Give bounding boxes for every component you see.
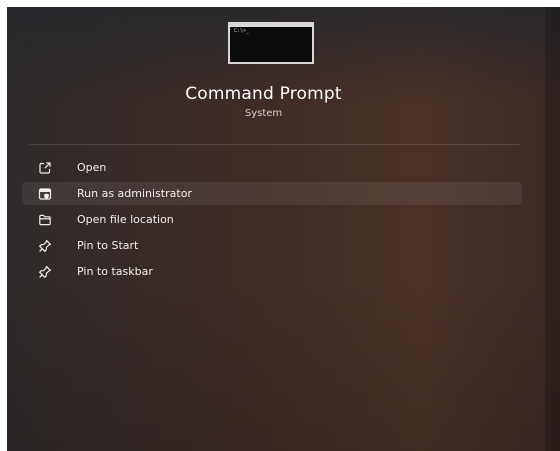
jump-list-panel: C:\>_ Command Prompt System Open Run as …: [7, 7, 560, 451]
menu-item-label: Open file location: [77, 213, 174, 226]
menu-item-run-as-administrator[interactable]: Run as administrator: [22, 182, 522, 205]
app-subtitle: System: [244, 108, 283, 119]
divider: [29, 144, 521, 145]
menu-item-label: Run as administrator: [77, 187, 192, 200]
context-menu: Open Run as administrator Open file loca…: [22, 156, 522, 286]
pin-icon: [35, 236, 55, 256]
open-external-icon: [35, 158, 55, 178]
menu-item-open-file-location[interactable]: Open file location: [22, 208, 522, 231]
folder-icon: [35, 210, 55, 230]
menu-item-label: Pin to taskbar: [77, 265, 153, 278]
prompt-glyph: C:\>_: [234, 28, 250, 34]
menu-item-label: Pin to Start: [77, 239, 139, 252]
admin-shield-window-icon: [35, 184, 55, 204]
menu-item-pin-to-start[interactable]: Pin to Start: [22, 234, 522, 257]
pin-icon: [35, 262, 55, 282]
command-prompt-icon: C:\>_: [228, 22, 314, 64]
menu-item-label: Open: [77, 161, 107, 174]
app-title: Command Prompt: [185, 84, 342, 104]
menu-item-pin-to-taskbar[interactable]: Pin to taskbar: [22, 260, 522, 283]
menu-item-open[interactable]: Open: [22, 156, 522, 179]
panel-edge: [545, 7, 560, 451]
